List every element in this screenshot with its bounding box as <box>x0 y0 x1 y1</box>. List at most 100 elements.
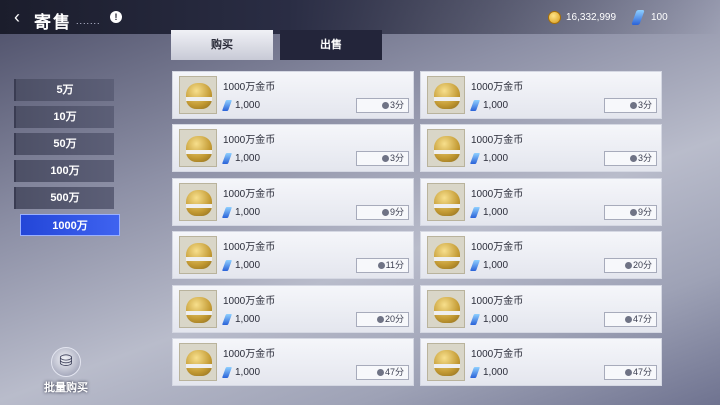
time-label: 3分 <box>389 153 404 163</box>
item-name: 1000万金币 <box>471 296 524 307</box>
time-remaining: 9分 <box>356 205 409 220</box>
item-name: 1000万金币 <box>223 242 276 253</box>
info-icon[interactable]: ! <box>110 11 122 23</box>
gold-bag-icon <box>434 190 460 216</box>
time-label: 20分 <box>384 314 404 324</box>
listing-card[interactable]: 1000万金币 1,000 9分 <box>420 178 662 226</box>
listing-card[interactable]: 1000万金币 1,000 47分 <box>420 338 662 386</box>
gold-bag-band <box>434 364 460 368</box>
gold-bag-band <box>186 311 212 315</box>
listing-card[interactable]: 1000万金币 1,000 20分 <box>420 231 662 279</box>
item-name: 1000万金币 <box>471 242 524 253</box>
filter-50wan[interactable]: 50万 <box>14 133 114 155</box>
gold-coin-icon <box>548 11 561 24</box>
filter-500wan[interactable]: 500万 <box>14 187 114 209</box>
gold-bag-icon <box>434 243 460 269</box>
clock-icon <box>624 369 632 376</box>
time-label: 47分 <box>632 367 652 377</box>
gold-bag-thumbnail <box>179 129 217 167</box>
gold-bag-band <box>434 150 460 154</box>
item-price: 1,000 <box>235 260 261 271</box>
listing-card[interactable]: 1000万金币 1,000 3分 <box>420 124 662 172</box>
time-label: 3分 <box>637 153 652 163</box>
gold-bag-thumbnail <box>179 76 217 114</box>
item-name: 1000万金币 <box>471 349 524 360</box>
gold-bag-band <box>186 150 212 154</box>
gold-bag-band <box>186 204 212 208</box>
item-price: 1,000 <box>483 207 509 218</box>
gold-bag-thumbnail <box>427 129 465 167</box>
time-remaining: 9分 <box>604 205 657 220</box>
gold-bag-band <box>186 97 212 101</box>
listing-card[interactable]: 1000万金币 1,000 3分 <box>172 71 414 119</box>
top-bar: ‹ 寄售 ....... ! 16,332,999 100 <box>0 0 720 34</box>
filter-1000wan[interactable]: 1000万 <box>20 214 120 236</box>
time-remaining: 47分 <box>604 312 657 327</box>
gold-bag-thumbnail <box>427 236 465 274</box>
item-name: 1000万金币 <box>223 82 276 93</box>
time-remaining: 47分 <box>356 365 409 380</box>
item-price: 1,000 <box>235 153 261 164</box>
time-label: 47分 <box>384 367 404 377</box>
listing-card[interactable]: 1000万金币 1,000 20分 <box>172 285 414 333</box>
item-price: 1,000 <box>235 314 261 325</box>
time-label: 9分 <box>389 207 404 217</box>
gold-bag-icon <box>186 350 212 376</box>
gold-bag-icon <box>434 350 460 376</box>
gem-icon <box>221 153 233 164</box>
listing-card[interactable]: 1000万金币 1,000 9分 <box>172 178 414 226</box>
gold-bag-band <box>434 97 460 101</box>
item-price: 1,000 <box>483 260 509 271</box>
gold-bag-band <box>434 257 460 261</box>
item-price: 1,000 <box>483 314 509 325</box>
item-price: 1,000 <box>235 207 261 218</box>
listing-card[interactable]: 1000万金币 1,000 47分 <box>420 285 662 333</box>
gem-icon <box>469 207 481 218</box>
item-name: 1000万金币 <box>471 135 524 146</box>
gold-bag-thumbnail <box>427 76 465 114</box>
tab-buy[interactable]: 购买 <box>171 30 273 60</box>
listing-card[interactable]: 1000万金币 1,000 47分 <box>172 338 414 386</box>
time-remaining: 11分 <box>356 258 409 273</box>
item-name: 1000万金币 <box>223 189 276 200</box>
gold-bag-icon <box>186 136 212 162</box>
clock-icon <box>376 316 384 323</box>
listing-card[interactable]: 1000万金币 1,000 3分 <box>420 71 662 119</box>
time-remaining: 3分 <box>356 98 409 113</box>
filter-5wan[interactable]: 5万 <box>14 79 114 101</box>
tab-sell[interactable]: 出售 <box>280 30 382 60</box>
gem-icon <box>469 100 481 111</box>
listing-card[interactable]: 1000万金币 1,000 3分 <box>172 124 414 172</box>
gold-bag-band <box>186 257 212 261</box>
time-label: 11分 <box>385 260 404 270</box>
time-remaining: 20分 <box>604 258 657 273</box>
clock-icon <box>376 369 384 376</box>
item-name: 1000万金币 <box>471 189 524 200</box>
listing-card[interactable]: 1000万金币 1,000 11分 <box>172 231 414 279</box>
bulk-buy-button[interactable]: ⛁ 批量购买 <box>38 347 94 397</box>
gold-bag-thumbnail <box>179 343 217 381</box>
gold-bag-thumbnail <box>427 343 465 381</box>
item-price: 1,000 <box>235 367 261 378</box>
gem-balance: 100 <box>651 12 668 23</box>
filter-10wan[interactable]: 10万 <box>14 106 114 128</box>
filter-100wan[interactable]: 100万 <box>14 160 114 182</box>
back-arrow-icon[interactable]: ‹ <box>6 7 28 27</box>
clock-icon <box>629 209 637 216</box>
gold-bag-icon <box>186 297 212 323</box>
item-price: 1,000 <box>483 153 509 164</box>
gold-balance: 16,332,999 <box>566 12 617 23</box>
gold-bag-icon <box>434 136 460 162</box>
gold-bag-band <box>434 311 460 315</box>
time-remaining: 20分 <box>356 312 409 327</box>
time-label: 47分 <box>632 314 652 324</box>
coin-stack-icon: ⛁ <box>51 347 81 377</box>
item-name: 1000万金币 <box>223 135 276 146</box>
gold-bag-thumbnail <box>427 290 465 328</box>
clock-icon <box>377 262 385 269</box>
gold-bag-thumbnail <box>179 290 217 328</box>
gold-bag-band <box>186 364 212 368</box>
clock-icon <box>381 209 389 216</box>
gold-bag-icon <box>186 243 212 269</box>
time-label: 3分 <box>389 100 404 110</box>
